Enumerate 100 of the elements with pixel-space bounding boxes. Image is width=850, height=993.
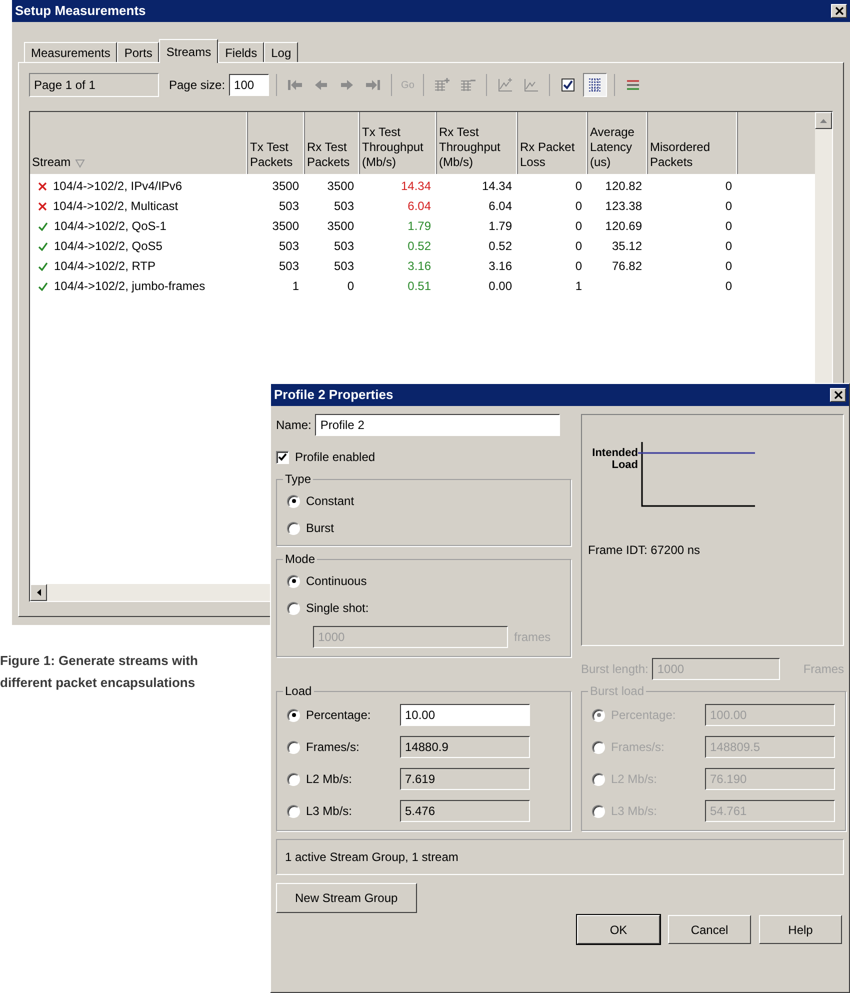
page-info: Page 1 of 1	[29, 73, 159, 97]
table-cell: 0	[725, 279, 732, 293]
table-cell: 503	[334, 239, 354, 253]
radio-label: L2 Mb/s:	[306, 771, 354, 788]
page-size-label: Page size:	[169, 77, 226, 94]
table-cell: 6.04	[408, 199, 431, 213]
column-header[interactable]: Rx Test Throughput (Mb/s)	[437, 112, 518, 174]
table-cell: 0	[575, 219, 582, 233]
table-cell: 14.34	[400, 179, 431, 193]
column-header[interactable]: Average Latency (us)	[588, 112, 648, 174]
table-cell: 123.38	[605, 199, 642, 213]
scroll-left-button[interactable]	[30, 584, 47, 601]
table-cell: 14.34	[482, 179, 512, 193]
figure-caption: Figure 1: Generate streams with different packet encapsulations	[0, 652, 199, 692]
dialog-button[interactable]: Help	[759, 915, 842, 944]
table-cell: 0	[725, 179, 732, 193]
grid-view-button[interactable]	[583, 73, 608, 97]
table-cell: 3.16	[488, 259, 512, 273]
tab[interactable]: Log	[264, 42, 298, 62]
name-label: Name:	[276, 417, 312, 434]
table-cell: 3500	[327, 219, 354, 233]
tab[interactable]: Streams	[159, 39, 218, 63]
table-cell: 0	[575, 259, 582, 273]
name-field[interactable]: Profile 2	[315, 414, 560, 436]
dialog-button[interactable]: Cancel	[668, 915, 751, 944]
group-title: Type	[284, 471, 312, 488]
radio-label: Frames/s:	[306, 739, 360, 756]
table-cell: 503	[278, 199, 299, 213]
table-cell: 0	[725, 259, 732, 273]
radio-button[interactable]	[287, 772, 300, 786]
value-field[interactable]: 14880.9	[400, 736, 530, 758]
radio-label: Burst	[306, 520, 334, 537]
table-cell: 1	[292, 279, 299, 293]
table-cell: 0	[725, 219, 732, 233]
table-cell: 3500	[272, 219, 299, 233]
tab[interactable]: Fields	[218, 42, 264, 62]
table-cell: 1	[575, 279, 582, 293]
radio-label: Continuous	[306, 573, 367, 590]
table-cell: 1.79	[488, 219, 512, 233]
table-cell: 0	[575, 239, 582, 253]
table-cell-text: 104/4->102/2, Multicast	[53, 198, 178, 215]
close-button[interactable]	[831, 4, 847, 18]
tab[interactable]: Measurements	[24, 42, 118, 62]
close-icon	[834, 391, 842, 399]
radio-button[interactable]	[287, 602, 300, 614]
radio-button[interactable]	[287, 494, 300, 508]
table-cell: 120.82	[605, 179, 642, 193]
tab[interactable]: Ports	[117, 42, 160, 62]
column-header[interactable]: Stream	[30, 112, 248, 174]
status-text: 1 active Stream Group, 1 stream	[276, 839, 844, 875]
column-header[interactable]: Tx Test Packets	[248, 112, 305, 174]
column-header[interactable]: Rx Packet Loss	[518, 112, 588, 174]
table-cell: 0.52	[408, 239, 431, 253]
value-field[interactable]: 5.476	[400, 800, 530, 822]
page-size-field[interactable]: 100	[229, 74, 270, 96]
table-cell-text: 104/4->102/2, QoS-1	[54, 218, 166, 235]
column-header[interactable]: Misordered Packets	[648, 112, 738, 174]
close-button[interactable]	[830, 388, 846, 402]
table-cell: 6.04	[488, 199, 512, 213]
dialog-title: Profile 2 Properties	[274, 386, 394, 404]
value-field[interactable]: 10.00	[400, 704, 530, 726]
up-arrow-icon	[820, 118, 827, 122]
table-cell: 0	[347, 279, 354, 293]
radio-button[interactable]	[287, 708, 300, 722]
value-field[interactable]: 7.619	[400, 768, 530, 790]
table-cell: 0	[725, 199, 732, 213]
table-cell: 120.69	[605, 219, 642, 233]
table-cell: 0.51	[408, 279, 431, 293]
dialog-button[interactable]: OK	[577, 915, 660, 944]
table-cell-text: 104/4->102/2, IPv4/IPv6	[53, 178, 182, 195]
table-cell: 0	[575, 199, 582, 213]
radio-label: Single shot:	[306, 600, 369, 617]
checkbox-label: Profile enabled	[295, 449, 376, 466]
left-arrow-icon	[36, 589, 40, 596]
column-header[interactable]: Tx Test Throughput (Mb/s)	[360, 112, 437, 174]
table-cell: 0.00	[488, 279, 512, 293]
checkbox[interactable]	[276, 450, 289, 464]
table-cell: 503	[278, 239, 299, 253]
window-title: Setup Measurements	[15, 2, 146, 20]
radio-button[interactable]	[287, 804, 300, 818]
table-cell: 3500	[272, 179, 299, 193]
radio-button[interactable]	[287, 740, 300, 754]
radio-label: Percentage:	[306, 707, 372, 724]
table-cell: 503	[334, 259, 354, 273]
table-cell-text: 104/4->102/2, jumbo-frames	[54, 278, 206, 295]
radio-button[interactable]	[287, 574, 300, 588]
table-cell: 3.16	[408, 259, 431, 273]
table-cell: 1.79	[408, 219, 431, 233]
scroll-up-button[interactable]	[815, 112, 832, 129]
table-cell: 35.12	[612, 239, 642, 253]
radio-label: Constant	[306, 493, 354, 510]
table-cell: 0	[575, 179, 582, 193]
radio-button[interactable]	[287, 522, 300, 534]
close-icon	[834, 7, 844, 15]
group-title: Mode	[284, 551, 316, 568]
table-cell-text: 104/4->102/2, QoS5	[54, 238, 162, 255]
radio-label: L3 Mb/s:	[306, 803, 354, 820]
new-stream-group-button[interactable]: New Stream Group	[276, 883, 417, 913]
frame-idt-text: Frame IDT: 67200 ns	[588, 542, 702, 559]
column-header[interactable]: Rx Test Packets	[305, 112, 360, 174]
